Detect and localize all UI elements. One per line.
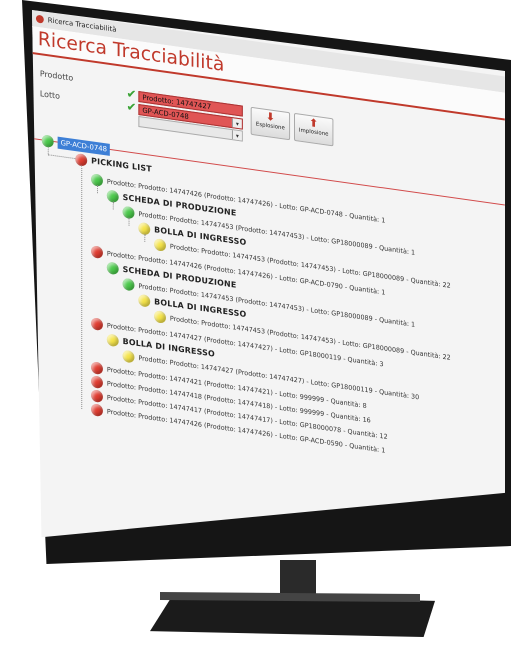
picking-list-node[interactable]: PICKING LIST: [75, 152, 152, 177]
status-yellow-icon: [138, 293, 151, 308]
status-red-icon: [91, 389, 103, 403]
lotto-check-icon: ✔: [126, 99, 137, 115]
picking-list-label: PICKING LIST: [91, 156, 152, 174]
tree-connector: [144, 233, 146, 242]
tree-connector: [47, 146, 49, 155]
chevron-down-icon[interactable]: ▾: [231, 118, 242, 129]
status-yellow-icon: [154, 238, 166, 252]
status-red-icon: [91, 403, 103, 417]
status-red-icon: [91, 375, 103, 389]
app-window: Ricerca Tracciabilità Ricerca Tracciabil…: [32, 10, 505, 537]
tree-connector: [112, 201, 114, 210]
lotto-label: Lotto: [39, 89, 60, 101]
status-green-icon: [106, 261, 119, 275]
app-icon: [35, 14, 44, 24]
tree-connector: [47, 154, 76, 160]
esplosione-button[interactable]: ⬇ Esplosione: [250, 106, 291, 141]
status-red-icon: [91, 361, 103, 375]
chevron-down-icon[interactable]: ▾: [231, 130, 242, 141]
status-yellow-icon: [122, 349, 135, 364]
status-red-icon: [91, 317, 103, 331]
status-green-icon: [122, 277, 135, 292]
status-red-icon: [91, 245, 103, 259]
tree-connector: [97, 185, 98, 194]
tree-connector: [128, 217, 130, 226]
monitor: Ricerca Tracciabilità Ricerca Tracciabil…: [0, 0, 511, 646]
status-yellow-icon: [106, 333, 119, 347]
screen: Ricerca Tracciabilità Ricerca Tracciabil…: [32, 10, 505, 538]
prodotto-label: Prodotto: [39, 69, 74, 83]
tree-connector: [81, 164, 83, 410]
status-yellow-icon: [154, 310, 166, 324]
implosione-button[interactable]: ⬆ Implosione: [294, 112, 334, 147]
